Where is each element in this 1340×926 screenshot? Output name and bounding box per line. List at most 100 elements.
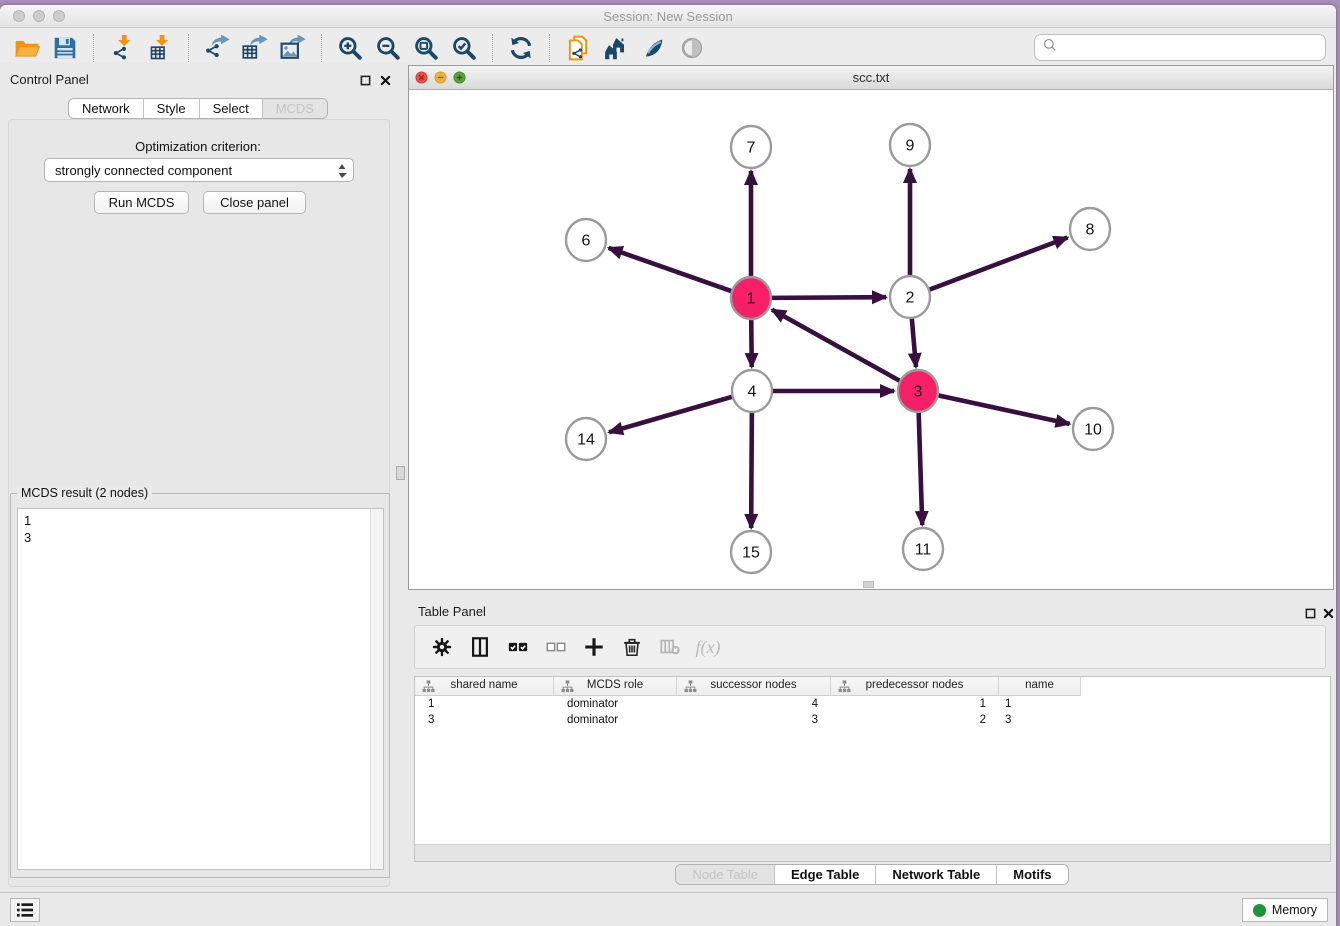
table-panel: Table Panel f(x) shared nameMCDS rolesuc… xyxy=(408,597,1336,892)
cytoscape-window: Session: New Session Control Panel Netwo… xyxy=(0,5,1336,926)
toolbar-icons xyxy=(8,32,711,64)
deselect-all-icon[interactable] xyxy=(539,630,573,664)
graph-node-label: 4 xyxy=(748,384,757,401)
float-panel-icon[interactable] xyxy=(1303,606,1317,620)
column-header-predecessor-nodes[interactable]: predecessor nodes xyxy=(831,677,999,696)
save-session-icon[interactable] xyxy=(49,32,81,64)
tab-node-table[interactable]: Node Table xyxy=(676,865,774,884)
node-table[interactable]: shared nameMCDS rolesuccessor nodesprede… xyxy=(414,676,1331,862)
memory-label: Memory xyxy=(1272,903,1317,917)
memory-button[interactable]: Memory xyxy=(1242,898,1328,922)
zoom-out-icon[interactable] xyxy=(372,32,404,64)
table-panel-title: Table Panel xyxy=(418,604,486,619)
graph-node-label: 3 xyxy=(914,384,923,401)
column-header-MCDS-role[interactable]: MCDS role xyxy=(554,677,677,696)
table-cell: 2 xyxy=(831,714,986,726)
delete-row-icon[interactable] xyxy=(615,630,649,664)
splitter-handle[interactable] xyxy=(396,466,405,480)
show-hide-icon[interactable] xyxy=(676,32,708,64)
column-header-successor-nodes[interactable]: successor nodes xyxy=(677,677,831,696)
graph-node-label: 8 xyxy=(1086,222,1095,239)
graph-node-label: 1 xyxy=(747,291,756,308)
mcds-result-textarea[interactable]: 13 xyxy=(17,508,384,870)
tab-select[interactable]: Select xyxy=(199,99,262,118)
titlebar: Session: New Session xyxy=(0,5,1336,28)
close-panel-icon[interactable] xyxy=(1321,606,1335,620)
tab-mcds[interactable]: MCDS xyxy=(262,99,327,118)
add-row-icon[interactable] xyxy=(577,630,611,664)
edge-1-2[interactable] xyxy=(770,297,886,298)
criterion-dropdown[interactable]: strongly connected component xyxy=(44,158,354,182)
column-header-name[interactable]: name xyxy=(999,677,1081,696)
export-network-icon[interactable] xyxy=(201,32,233,64)
mcds-result-groupbox: MCDS result (2 nodes) 13 xyxy=(10,493,390,878)
edge-4-15[interactable] xyxy=(751,410,752,528)
canvas-splitter-handle[interactable] xyxy=(863,581,874,588)
toolbar-separator xyxy=(93,34,94,62)
edge-3-10[interactable] xyxy=(937,395,1070,424)
close-panel-icon[interactable] xyxy=(378,73,392,87)
horizontal-splitter[interactable] xyxy=(408,590,1336,597)
network-graph[interactable]: 1234678910111415 xyxy=(409,90,1333,589)
column-header-label: MCDS role xyxy=(554,679,676,691)
control-panel: Control Panel NetworkStyleSelectMCDS Opt… xyxy=(0,62,408,892)
edge-1-4[interactable] xyxy=(751,317,752,367)
chevron-updown-icon xyxy=(337,163,347,179)
toolbar-separator xyxy=(492,34,493,62)
scrollbar[interactable] xyxy=(370,509,383,869)
first-neighbors-icon[interactable] xyxy=(600,32,632,64)
column-header-label: predecessor nodes xyxy=(831,679,998,691)
table-options-icon[interactable] xyxy=(425,630,459,664)
optimization-criterion-label: Optimization criterion: xyxy=(0,139,396,154)
table-hscrollbar[interactable] xyxy=(415,844,1330,861)
tab-style[interactable]: Style xyxy=(143,99,199,118)
zoom-fit-icon[interactable] xyxy=(410,32,442,64)
search-icon xyxy=(1042,37,1058,58)
close-panel-button[interactable]: Close panel xyxy=(203,191,306,214)
edge-3-1[interactable] xyxy=(772,310,901,382)
edge-1-6[interactable] xyxy=(609,248,733,292)
float-panel-icon[interactable] xyxy=(358,73,372,87)
tab-motifs[interactable]: Motifs xyxy=(996,865,1067,884)
select-all-icon[interactable] xyxy=(501,630,535,664)
table-cell: 3 xyxy=(1005,714,1011,726)
show-columns-icon[interactable] xyxy=(463,630,497,664)
network-canvas[interactable]: 1234678910111415 xyxy=(409,90,1333,589)
refresh-network-icon[interactable] xyxy=(505,32,537,64)
tab-network[interactable]: Network xyxy=(69,99,143,118)
table-tabs: Node TableEdge TableNetwork TableMotifs xyxy=(408,864,1336,885)
column-header-shared-name[interactable]: shared name xyxy=(415,677,554,696)
table-row[interactable]: 1dominator411 xyxy=(415,697,1330,713)
edge-2-8[interactable] xyxy=(928,237,1068,290)
network-window-titlebar[interactable]: scc.txt xyxy=(409,66,1333,90)
graph-node-label: 2 xyxy=(906,290,915,307)
table-cell: 1 xyxy=(1005,698,1011,710)
edge-4-14[interactable] xyxy=(609,396,734,432)
clone-network-icon[interactable] xyxy=(562,32,594,64)
run-mcds-button[interactable]: Run MCDS xyxy=(94,191,189,214)
tab-network-table[interactable]: Network Table xyxy=(875,865,996,884)
export-table-icon[interactable] xyxy=(239,32,271,64)
function-builder-icon[interactable]: f(x) xyxy=(691,630,725,664)
table-row[interactable]: 3dominator323 xyxy=(415,713,1330,729)
export-image-icon[interactable] xyxy=(277,32,309,64)
zoom-in-icon[interactable] xyxy=(334,32,366,64)
graph-node-label: 14 xyxy=(577,432,595,449)
import-table-icon[interactable] xyxy=(144,32,176,64)
zoom-selected-icon[interactable] xyxy=(448,32,480,64)
column-header-label: successor nodes xyxy=(677,679,830,691)
open-session-icon[interactable] xyxy=(11,32,43,64)
search-input[interactable] xyxy=(1062,38,1325,58)
import-network-icon[interactable] xyxy=(106,32,138,64)
delete-column-icon[interactable] xyxy=(653,630,687,664)
tab-edge-table[interactable]: Edge Table xyxy=(774,865,875,884)
edge-3-11[interactable] xyxy=(919,410,923,525)
control-panel-title: Control Panel xyxy=(10,72,89,87)
task-history-button[interactable] xyxy=(10,898,40,922)
column-header-label: shared name xyxy=(415,679,553,691)
apply-style-icon[interactable] xyxy=(638,32,670,64)
edge-2-3[interactable] xyxy=(912,316,916,367)
search-box[interactable] xyxy=(1034,34,1326,61)
table-cell: 4 xyxy=(677,698,818,710)
network-title: scc.txt xyxy=(409,70,1333,85)
